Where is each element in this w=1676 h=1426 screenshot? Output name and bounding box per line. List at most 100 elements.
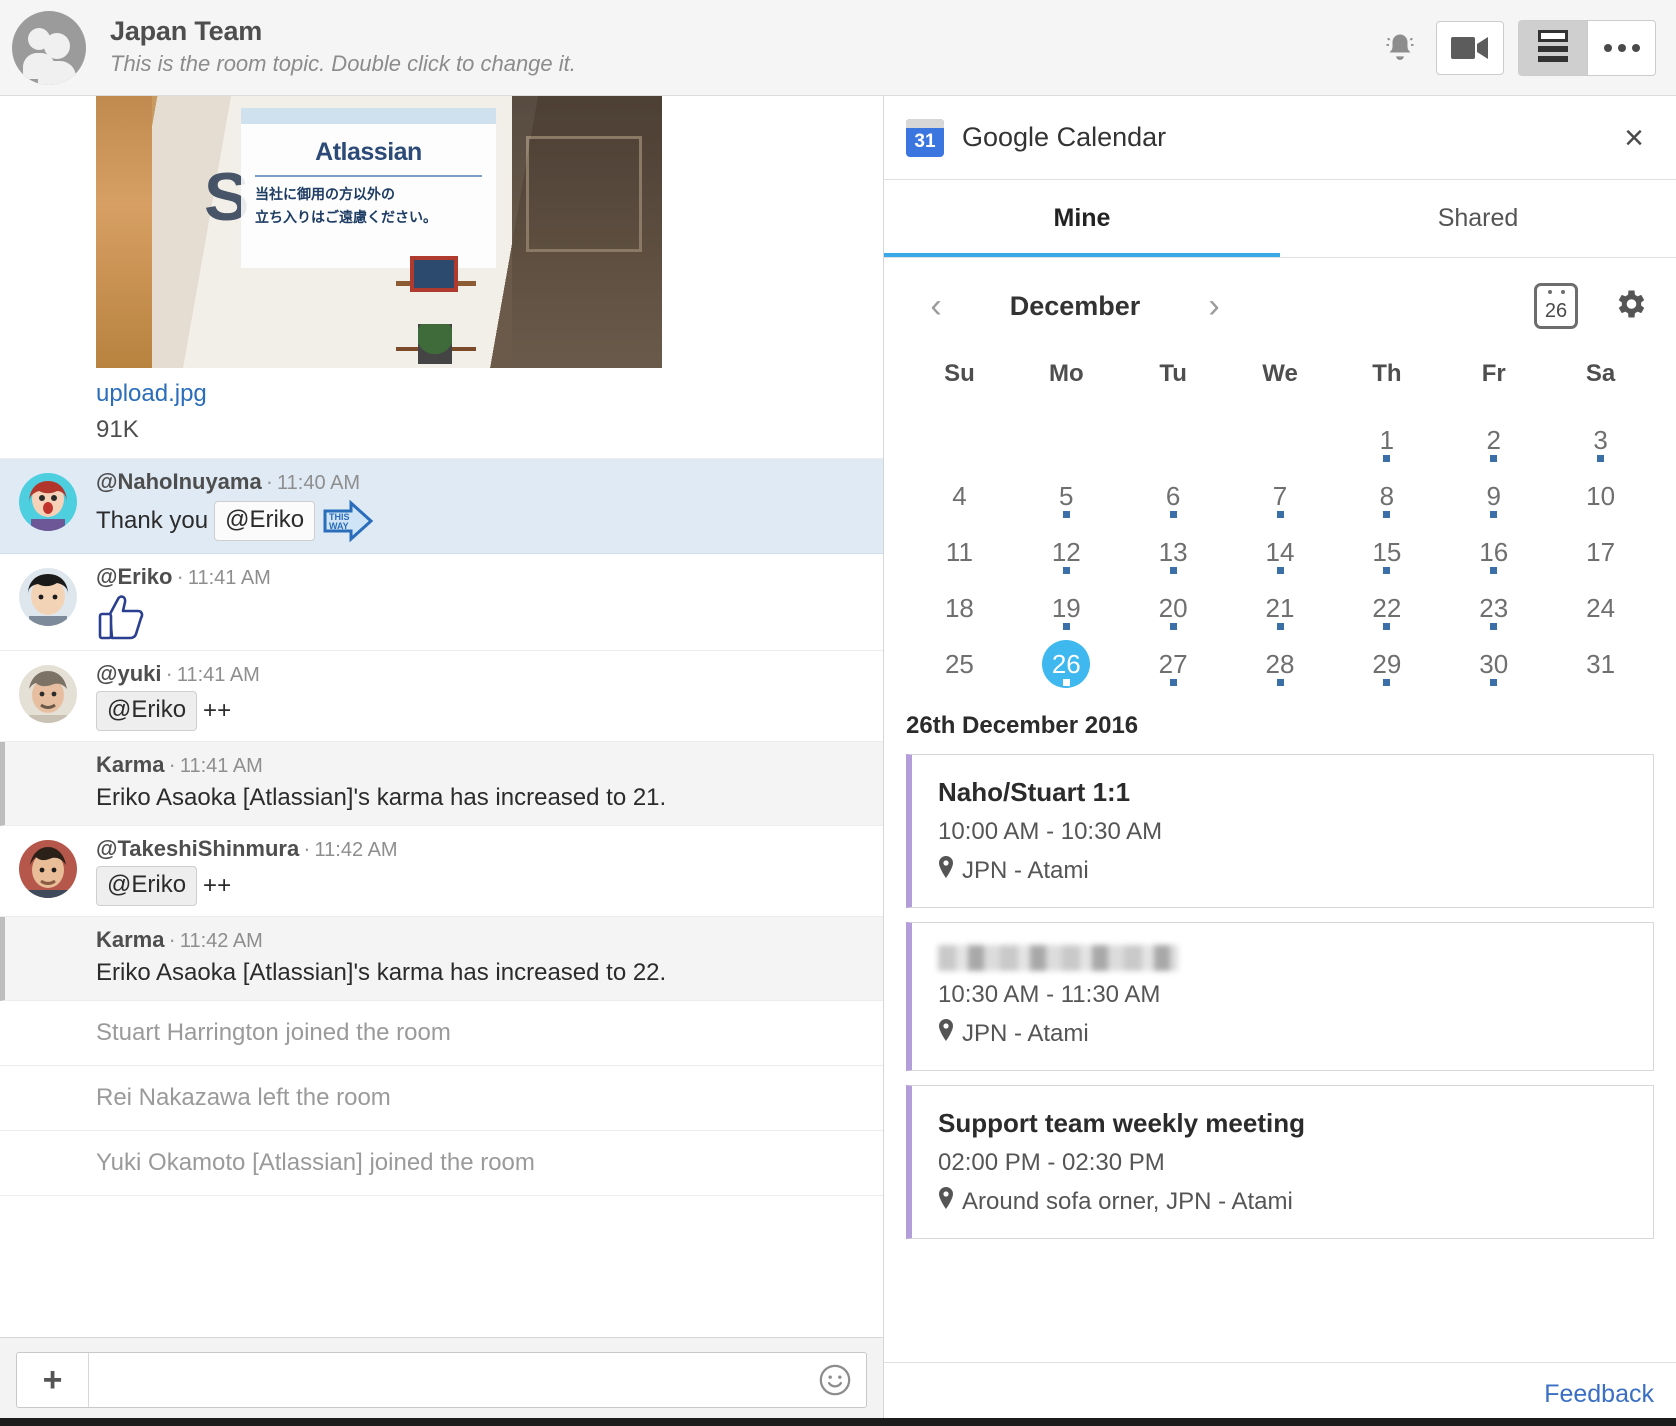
calendar-day-13[interactable]: 13	[1120, 520, 1227, 576]
calendar-day-12[interactable]: 12	[1013, 520, 1120, 576]
attachment-message: S Atlassian 当社に御用の方以外の 立ち入りはご遠慮ください。 upl…	[0, 96, 883, 459]
feedback-link[interactable]: Feedback	[1544, 1380, 1654, 1409]
bell-icon[interactable]	[1378, 26, 1422, 70]
calendar-day-30[interactable]: 30	[1440, 632, 1547, 688]
attachment-thumbnail[interactable]: S Atlassian 当社に御用の方以外の 立ち入りはご遠慮ください。	[96, 96, 662, 368]
calendar-event-dot	[1440, 567, 1547, 574]
calendar-week-row: 18 19 20 21 22 23 24	[906, 576, 1654, 632]
calendar-day-1[interactable]: 1	[1333, 408, 1440, 464]
calendar-day-number	[1256, 416, 1304, 464]
calendar-day-29[interactable]: 29	[1333, 632, 1440, 688]
room-topic[interactable]: This is the room topic. Double click to …	[110, 50, 1378, 79]
calendar-day-26[interactable]: 26	[1013, 632, 1120, 688]
message-header: Karma · 11:42 AM	[96, 927, 263, 953]
tab-mine[interactable]: Mine	[884, 180, 1280, 257]
calendar-event-dot	[1227, 567, 1334, 574]
calendar-day-6[interactable]: 6	[1120, 464, 1227, 520]
compact-view-icon	[1538, 29, 1568, 66]
calendar-event-dot	[1333, 511, 1440, 518]
events-list: Naho/Stuart 1:1 10:00 AM - 10:30 AM JPN - …	[884, 754, 1676, 1253]
event-card[interactable]: Support team weekly meeting 02:00 PM - 02…	[906, 1085, 1654, 1239]
calendar-day-5[interactable]: 5	[1013, 464, 1120, 520]
calendar-weeks: 1 2 3 4 5 6 7 8 9 10 11 12 13 14 15 16 17 18 19 20 21 22 23 24 2…	[906, 408, 1654, 688]
calendar-day-27[interactable]: 27	[1120, 632, 1227, 688]
calendar-day-10[interactable]: 10	[1547, 464, 1654, 520]
calendar-day-14[interactable]: 14	[1227, 520, 1334, 576]
next-month-button[interactable]: ›	[1190, 289, 1238, 323]
calendar-day-4[interactable]: 4	[906, 464, 1013, 520]
calendar-day-8[interactable]: 8	[1333, 464, 1440, 520]
compact-view-button[interactable]	[1519, 20, 1587, 75]
mention-chip[interactable]: @Eriko	[96, 865, 198, 907]
attachment-filename-link[interactable]: upload.jpg	[96, 380, 207, 408]
calendar-event-dot	[1440, 511, 1547, 518]
avatar[interactable]	[19, 473, 77, 531]
calendar-tabs: Mine Shared	[884, 180, 1676, 258]
message-author: Karma	[96, 927, 165, 953]
add-attachment-button[interactable]: +	[17, 1353, 89, 1407]
calendar-day-28[interactable]: 28	[1227, 632, 1334, 688]
video-call-button[interactable]	[1436, 20, 1504, 75]
calendar-day-31[interactable]: 31	[1547, 632, 1654, 688]
mention-chip[interactable]: @Eriko	[214, 500, 316, 542]
close-icon[interactable]: ×	[1614, 115, 1654, 161]
message-author[interactable]: @TakeshiShinmura	[96, 836, 299, 861]
avatar[interactable]	[19, 568, 77, 626]
calendar-day-19[interactable]: 19	[1013, 576, 1120, 632]
calendar-day-24[interactable]: 24	[1547, 576, 1654, 632]
event-location-text: JPN - Atami	[962, 856, 1089, 884]
event-card[interactable]: 10:30 AM - 11:30 AM JPN - Atami	[906, 922, 1654, 1071]
emoji-picker-button[interactable]	[804, 1353, 866, 1407]
calendar-day-9[interactable]: 9	[1440, 464, 1547, 520]
message-header: @yuki · 11:41 AM	[96, 661, 260, 686]
calendar-day-22[interactable]: 22	[1333, 576, 1440, 632]
calendar-event-dot	[1120, 623, 1227, 630]
more-options-button[interactable]	[1587, 20, 1655, 75]
calendar-day-15[interactable]: 15	[1333, 520, 1440, 576]
view-toggle-group	[1518, 19, 1656, 76]
calendar-day-2[interactable]: 2	[1440, 408, 1547, 464]
message-author[interactable]: @Eriko	[96, 564, 172, 589]
mention-chip[interactable]: @Eriko	[96, 691, 198, 732]
calendar-event-dot	[1120, 511, 1227, 518]
chat-application: Japan Team This is the room topic. Doubl…	[0, 0, 1676, 1426]
message-body: Eriko Asaoka [Atlassian]'s karma has inc…	[96, 959, 667, 987]
calendar-week-row: 4 5 6 7 8 9 10	[906, 464, 1654, 520]
calendar-day-20[interactable]: 20	[1120, 576, 1227, 632]
message-time: 11:42 AM	[314, 838, 398, 861]
avatar-gutter	[0, 564, 96, 640]
message-list[interactable]: S Atlassian 当社に御用の方以外の 立ち入りはご遠慮ください。 upl…	[0, 96, 883, 1337]
calendar-day-25[interactable]: 25	[906, 632, 1013, 688]
calendar-day-16[interactable]: 16	[1440, 520, 1547, 576]
calendar-day-7[interactable]: 7	[1227, 464, 1334, 520]
avatar[interactable]	[19, 665, 77, 723]
message-input[interactable]	[89, 1353, 804, 1407]
event-title: Support team weekly meeting	[938, 1108, 1305, 1138]
calendar-panel: 31 Google Calendar × Mine Shared ‹ Decem…	[884, 96, 1676, 1426]
message-author[interactable]: @NahoInuyama	[96, 469, 262, 494]
room-header: Japan Team This is the room topic. Doubl…	[0, 0, 1676, 96]
today-button[interactable]: 26	[1534, 283, 1578, 329]
calendar-day-17[interactable]: 17	[1547, 520, 1654, 576]
message-content: @NahoInuyama · 11:40 AM Thank you @Eriko T…	[96, 469, 883, 543]
calendar-day-23[interactable]: 23	[1440, 576, 1547, 632]
calendar-day-11[interactable]: 11	[906, 520, 1013, 576]
avatar[interactable]	[19, 839, 77, 898]
avatar-gutter	[0, 661, 96, 731]
calendar-day-21[interactable]: 21	[1227, 576, 1334, 632]
event-card[interactable]: Naho/Stuart 1:1 10:00 AM - 10:30 AM JPN - …	[906, 754, 1654, 908]
more-options-icon	[1603, 43, 1640, 52]
calendar-day-empty	[1013, 408, 1120, 464]
calendar-day-3[interactable]: 3	[1547, 408, 1654, 464]
gear-icon[interactable]	[1612, 286, 1648, 327]
tab-shared[interactable]: Shared	[1280, 180, 1676, 257]
message-author[interactable]: @yuki	[96, 661, 161, 686]
room-meta: Japan Team This is the room topic. Doubl…	[110, 16, 1378, 79]
calendar-week-row: 123	[906, 408, 1654, 464]
this-way-emoticon-icon: THIS WAY	[321, 499, 375, 543]
prev-month-button[interactable]: ‹	[912, 289, 960, 323]
dow-sa: Sa	[1585, 360, 1616, 387]
events-date-heading: 26th December 2016	[906, 712, 1139, 739]
location-pin-icon	[938, 1187, 954, 1216]
calendar-day-18[interactable]: 18	[906, 576, 1013, 632]
